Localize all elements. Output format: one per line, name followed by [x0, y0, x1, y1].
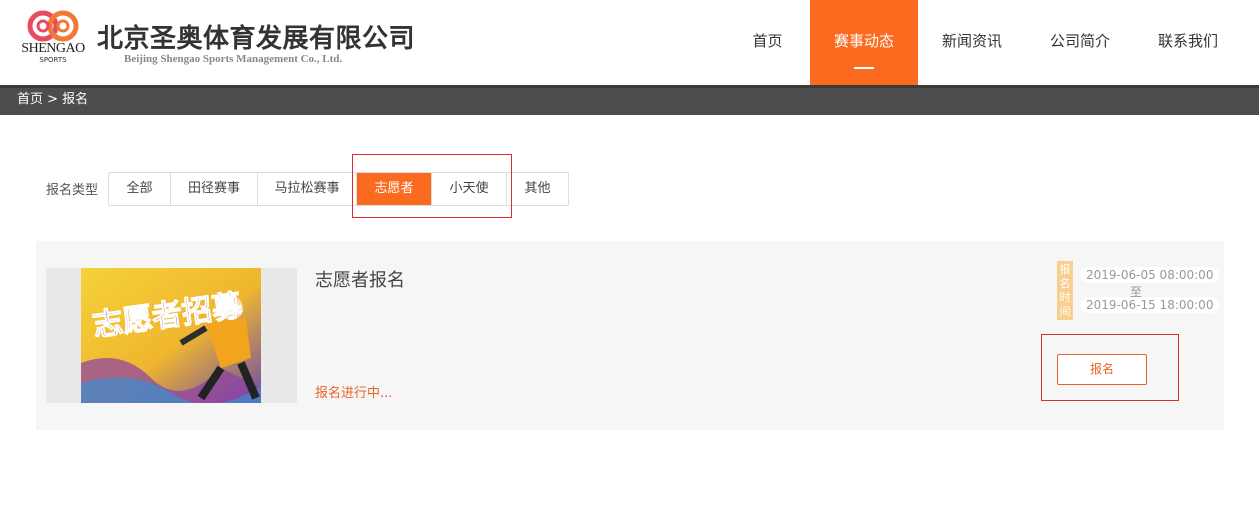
nav-home-label: 首页 [752, 32, 783, 50]
breadcrumb: 首页 > 报名 [0, 85, 1259, 115]
highlight-box [352, 154, 512, 218]
nav-news-label: 新闻资讯 [941, 32, 1002, 50]
signup-start-time: 2019-06-05 08:00:00 [1080, 267, 1220, 283]
breadcrumb-text[interactable]: 首页 > 报名 [17, 92, 88, 107]
nav-about-label: 公司简介 [1049, 32, 1110, 50]
event-thumbnail-image: 志愿者招募 [81, 268, 261, 403]
highlight-box-signup [1041, 334, 1179, 401]
company-name-cn: 北京圣奥体育发展有限公司 [97, 24, 416, 54]
filter-other[interactable]: 其他 [507, 173, 568, 205]
filter-all[interactable]: 全部 [109, 173, 171, 205]
nav-news[interactable]: 新闻资讯 [918, 0, 1026, 85]
signup-time-tag: 报名时间 [1057, 261, 1073, 320]
nav-events[interactable]: 赛事动态 [810, 0, 918, 85]
signup-end-time: 2019-06-15 18:00:00 [1080, 297, 1220, 313]
event-thumbnail-frame[interactable]: 志愿者招募 [46, 268, 297, 403]
filter-track-field[interactable]: 田径赛事 [171, 173, 258, 205]
event-status: 报名进行中... [315, 386, 393, 401]
logo-mark-icon [27, 10, 79, 42]
filter-marathon[interactable]: 马拉松赛事 [258, 173, 357, 205]
nav-contact-label: 联系我们 [1157, 32, 1218, 50]
filter-label: 报名类型 [46, 183, 99, 198]
nav-about[interactable]: 公司简介 [1026, 0, 1134, 85]
nav-home[interactable]: 首页 [731, 0, 804, 85]
site-header: SHENGAO SPORTS 北京圣奥体育发展有限公司 Beijing Shen… [0, 0, 1259, 85]
nav-events-label: 赛事动态 [833, 32, 894, 50]
event-title[interactable]: 志愿者报名 [315, 266, 405, 292]
nav-contact[interactable]: 联系我们 [1134, 0, 1242, 85]
logo-text: SHENGAO [21, 41, 85, 56]
active-indicator [854, 67, 874, 69]
logo-subtext: SPORTS [39, 56, 67, 64]
company-name-en: Beijing Shengao Sports Management Co., L… [124, 53, 343, 65]
company-logo[interactable]: SHENGAO SPORTS [18, 10, 88, 66]
